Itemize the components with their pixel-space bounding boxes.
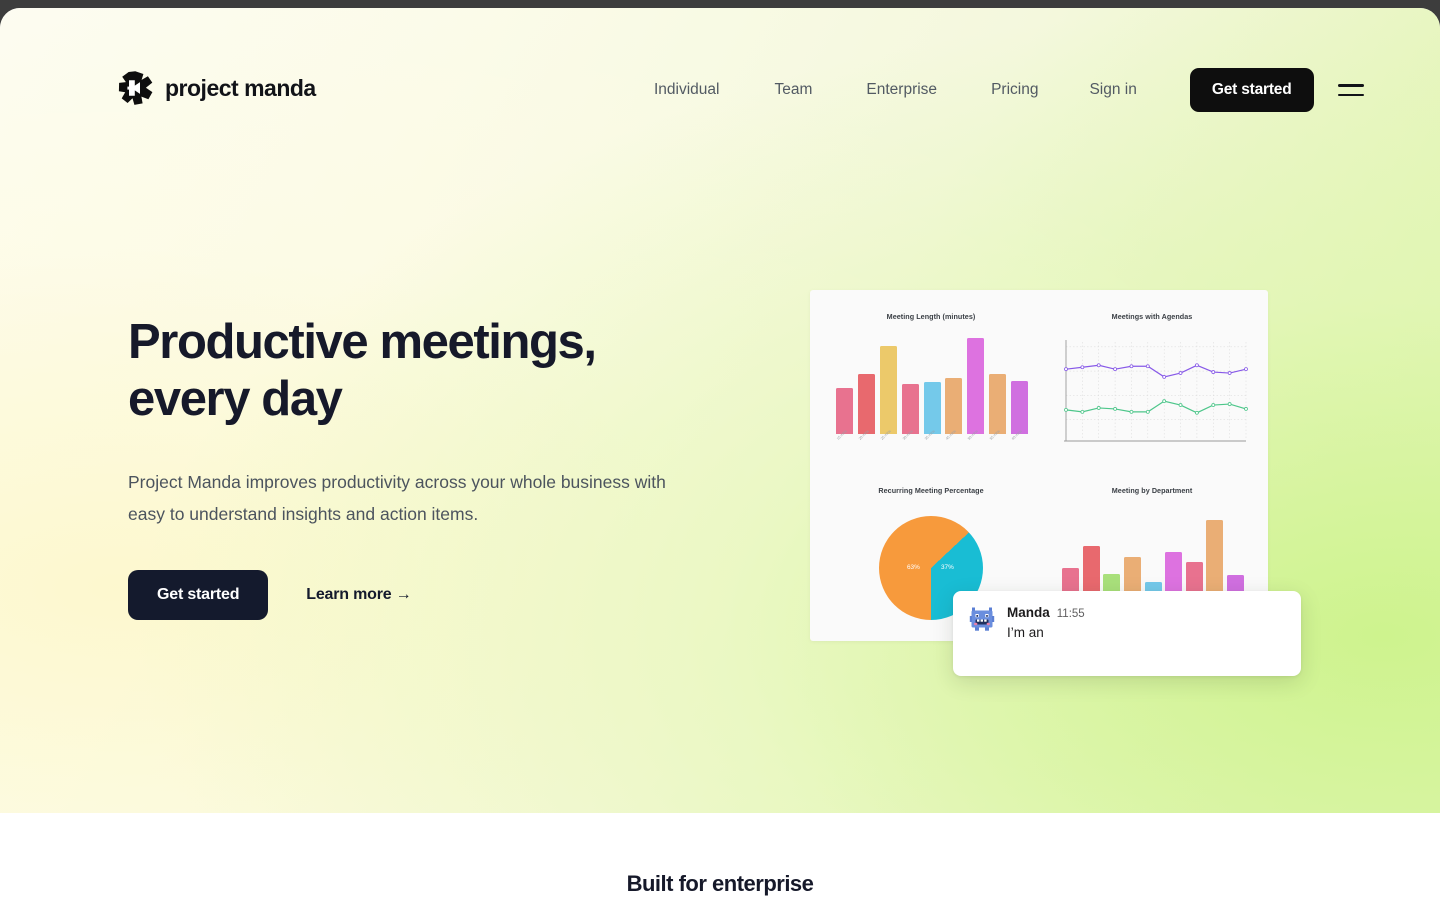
line-data-point [1113, 367, 1117, 372]
line-data-point [1162, 399, 1167, 404]
line-data-point [1195, 363, 1199, 368]
bar [879, 345, 897, 434]
bar [923, 382, 941, 434]
bar [967, 338, 985, 434]
line-data-point [1129, 364, 1134, 369]
hero-get-started-button[interactable]: Get started [128, 570, 269, 620]
hero-title-line-1: Productive meetings, [128, 315, 597, 369]
bar-series-meeting-length [836, 338, 1028, 434]
chart-title-department: Meeting by Department [1111, 486, 1193, 495]
bar [901, 384, 919, 434]
line-data-point [1064, 408, 1068, 412]
manda-logo-icon [118, 71, 153, 105]
hero-section: project manda Individual Team Enterprise… [0, 8, 1440, 813]
line-data-point [1227, 371, 1232, 375]
line-series [1065, 400, 1247, 414]
line-data-point [1064, 367, 1068, 372]
page-title: Productive meetings, every day [128, 314, 728, 428]
hamburger-line-top [1337, 83, 1364, 87]
line-data-point [1096, 406, 1101, 410]
brand-logo[interactable]: project manda [118, 70, 316, 106]
hero-title-line-2: every day [128, 372, 343, 426]
chart-meetings-with-agendas: Meetings with Agendas [1050, 312, 1254, 462]
line-data-point [1244, 407, 1248, 411]
line-data-point [1080, 409, 1085, 414]
site-header: project manda Individual Team Enterprise… [0, 8, 1440, 156]
chat-message-text: I’m an [1007, 625, 1044, 640]
bar [857, 374, 875, 434]
line-data-point [1162, 375, 1167, 379]
nav-item-pricing[interactable]: Pricing [991, 72, 1038, 108]
hero-actions: Get started Learn more → [128, 570, 728, 620]
nav-item-enterprise[interactable]: Enterprise [866, 72, 937, 108]
bar [1011, 381, 1028, 434]
line-data-point [1227, 402, 1232, 406]
line-data-point [1211, 403, 1216, 407]
chart-title-agendas: Meetings with Agendas [1111, 312, 1193, 321]
header-get-started-button[interactable]: Get started [1189, 68, 1314, 112]
nav-item-individual[interactable]: Individual [654, 72, 720, 108]
manda-bot-avatar-icon [969, 607, 995, 631]
bar [989, 373, 1007, 434]
browser-viewport: project manda Individual Team Enterprise… [0, 8, 1440, 900]
line-data-point [1129, 409, 1134, 414]
pie-slice-label-primary: 63% [907, 564, 920, 571]
nav-item-team[interactable]: Team [775, 72, 813, 108]
enterprise-section: Built for enterprise [0, 813, 1440, 900]
line-data-point [1244, 367, 1248, 372]
chart-title-recurring: Recurring Meeting Percentage [878, 486, 984, 495]
chat-message-meta: Manda 11:55 [1007, 605, 1085, 620]
line-data-point [1096, 363, 1101, 368]
hamburger-line-bottom [1337, 93, 1364, 97]
bar [836, 387, 853, 434]
line-data-point [1080, 365, 1085, 370]
pie-slice-label-secondary: 37% [941, 564, 954, 571]
chat-message-body: Manda 11:55 I’m an [1007, 605, 1085, 640]
analytics-dashboard-card: Meeting Length (minutes) 15 mins 20 mins 2… [810, 290, 1268, 641]
line-data-point [1145, 409, 1150, 414]
chart-meeting-length: Meeting Length (minutes) 15 mins 20 mins 2… [824, 312, 1038, 462]
line-data-point [1211, 370, 1216, 374]
line-series [1065, 364, 1247, 378]
hero-copy-block: Productive meetings, every day Project M… [128, 314, 728, 620]
hero-learn-more-link[interactable]: Learn more → [306, 586, 411, 604]
line-data-point [1178, 371, 1183, 375]
line-data-point [1113, 407, 1117, 411]
hero-subtitle: Project Manda improves productivity acro… [128, 472, 666, 524]
nav-item-sign-in[interactable]: Sign in [1089, 72, 1136, 108]
chart-title-meeting-length: Meeting Length (minutes) [886, 312, 976, 321]
bar [945, 378, 963, 434]
bar-axis-labels-meeting-length: 15 mins 20 mins 25 mins 30 mins 35 mins 45 mi… [836, 429, 1028, 460]
line-data-point [1145, 364, 1150, 369]
primary-navigation: Individual Team Enterprise Pricing Sign … [640, 68, 1366, 112]
brand-name: project manda [165, 74, 316, 101]
chat-author-name: Manda [1007, 605, 1050, 620]
line-plot-agendas [1064, 340, 1248, 442]
chat-message-row: Manda 11:55 I’m an [969, 605, 1285, 640]
line-data-point [1195, 410, 1199, 415]
chat-message-card: Manda 11:55 I’m an [953, 591, 1301, 676]
hamburger-menu-icon[interactable] [1337, 76, 1366, 104]
enterprise-heading: Built for enterprise [626, 871, 814, 896]
chat-timestamp: 11:55 [1056, 608, 1085, 620]
line-data-point [1178, 403, 1183, 407]
